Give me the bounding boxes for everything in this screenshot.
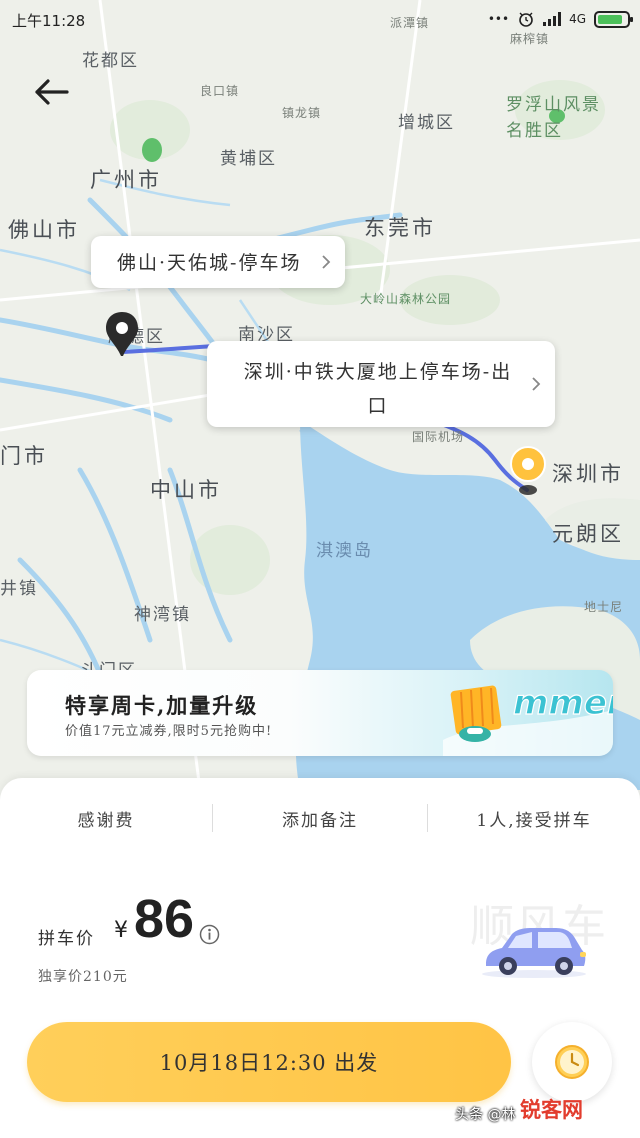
network-type: 4G <box>569 12 586 26</box>
map-label-zengcheng: 增城区 <box>398 113 455 133</box>
map-label-qiao: 淇澳岛 <box>316 541 373 561</box>
signal-icon <box>543 12 562 26</box>
dots-icon: ••• <box>487 12 510 26</box>
start-pin-icon[interactable] <box>104 310 140 358</box>
end-location-callout[interactable]: 深圳·中铁大厦地上停车场-出口 <box>207 341 555 427</box>
carpool-price-label: 拼车价 <box>38 929 95 949</box>
price-currency: ¥ <box>114 918 128 943</box>
map-label-dalingshan: 大岭山森林公园 <box>360 292 452 306</box>
end-location-label: 深圳·中铁大厦地上停车场-出口 <box>243 361 513 417</box>
summer-illustration-icon: mmer <box>443 682 613 756</box>
back-button[interactable] <box>28 72 74 112</box>
promo-subtitle: 价值17元立减券,限时5元抢购中! <box>65 724 273 739</box>
chevron-right-icon <box>532 377 541 391</box>
map-label-jiangmen: 门市 <box>0 444 48 468</box>
map-label-shenwan: 神湾镇 <box>134 605 191 625</box>
status-icons: ••• 4G <box>487 10 633 28</box>
schedule-button[interactable] <box>532 1022 612 1102</box>
map-label-foshan: 佛山市 <box>8 218 80 242</box>
price-value: 86 <box>134 889 195 949</box>
map-label-huadu: 花都区 <box>82 51 139 71</box>
depart-button[interactable]: 10月18日12:30 出发 <box>27 1022 511 1102</box>
site-watermark: 锐客网 <box>520 1098 583 1122</box>
start-location-label: 佛山·天佑城-停车场 <box>117 252 302 274</box>
exclusive-price: 独享价210元 <box>38 969 128 985</box>
end-pin-icon[interactable] <box>508 444 548 496</box>
map-label-dongguan: 东莞市 <box>364 216 436 240</box>
promo-art-text: mmer <box>513 683 613 723</box>
start-location-callout[interactable]: 佛山·天佑城-停车场 <box>91 236 345 288</box>
passenger-option[interactable]: 1人,接受拼车 <box>428 806 640 831</box>
map-label-zhonglong: 镇龙镇 <box>282 106 322 120</box>
map-label-zhongshan: 中山市 <box>150 478 222 502</box>
map-label-airport: 国际机场 <box>412 430 465 444</box>
alarm-icon <box>519 12 533 27</box>
battery-icon <box>594 10 633 28</box>
car-illustration-icon <box>482 928 586 978</box>
arrow-left-icon <box>35 79 69 105</box>
add-note-option[interactable]: 添加备注 <box>213 806 427 831</box>
info-icon[interactable] <box>199 924 220 945</box>
promo-title: 特享周卡,加量升级 <box>65 693 259 718</box>
order-options-bar: 感谢费 添加备注 1人,接受拼车 <box>0 796 640 840</box>
status-bar: 上午11:28 ••• 4G <box>0 0 640 40</box>
thanks-fee-option[interactable]: 感谢费 <box>0 806 212 831</box>
map-label-huangpu: 黄埔区 <box>220 149 277 169</box>
status-time: 上午11:28 <box>12 12 86 30</box>
chevron-right-icon <box>322 255 331 269</box>
source-watermark: 头条 @林 <box>455 1107 516 1123</box>
map-label-guangzhou: 广州市 <box>90 168 162 192</box>
map-label-tuen: 地士尼 <box>584 600 624 614</box>
map-label-luofushan: 罗浮山风景名胜区 <box>506 95 601 141</box>
map-label-left-town: 井镇 <box>0 579 38 599</box>
clock-icon <box>555 1045 589 1079</box>
map-label-yuanlang: 元朗区 <box>552 522 624 546</box>
promo-banner[interactable]: 特享周卡,加量升级 价值17元立减券,限时5元抢购中! mmer <box>27 670 613 756</box>
map-label-liangkou: 良口镇 <box>200 84 240 98</box>
map-label-shenzhen: 深圳市 <box>552 462 624 486</box>
